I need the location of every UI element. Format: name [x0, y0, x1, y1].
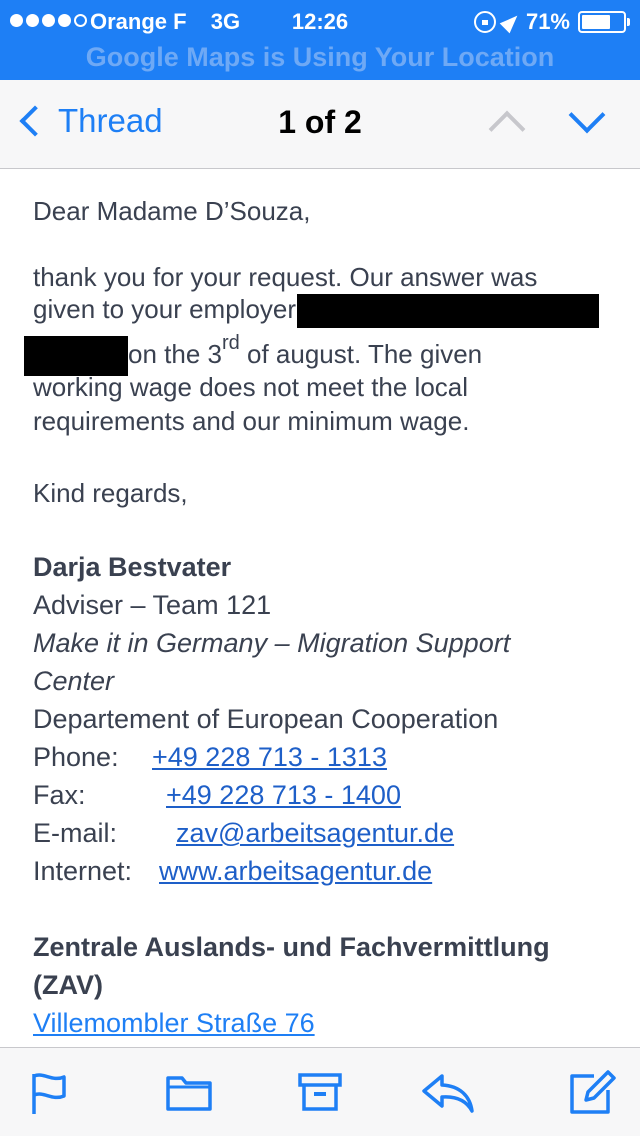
- body-line: thank you for your request. Our answer w…: [33, 262, 538, 292]
- signature-org: Center: [33, 666, 115, 696]
- body-text: of august. The given: [239, 338, 483, 369]
- battery-percent: 71%: [525, 9, 570, 34]
- email-link[interactable]: zav@arbeitsagentur.de: [176, 814, 454, 852]
- signature-department: Departement of European Cooperation: [33, 704, 499, 734]
- rotation-lock-icon: [473, 11, 496, 33]
- ordinal-suffix: rd: [221, 332, 240, 355]
- phone-link[interactable]: +49 228 713 - 1313: [152, 738, 387, 776]
- agency-name: Zentrale Auslands- und Fachvermittlung: [33, 932, 550, 962]
- body-line: given to your employer: [33, 292, 600, 329]
- closing: Kind regards,: [33, 478, 188, 508]
- navigation-bar: Thread 1 of 2: [0, 80, 640, 169]
- fax-link[interactable]: +49 228 713 - 1400: [166, 776, 401, 814]
- reply-icon[interactable]: [420, 1072, 476, 1114]
- battery-icon: [578, 11, 630, 33]
- fax-label: Fax:: [33, 780, 86, 810]
- address-link[interactable]: Villemombler Straße 76: [33, 1004, 315, 1042]
- signature-org: Make it in Germany – Migration Support: [33, 628, 511, 658]
- signature-name: Darja Bestvater: [33, 552, 232, 582]
- agency-abbreviation: (ZAV): [33, 970, 103, 1000]
- thread-position: 1 of 2: [278, 104, 362, 140]
- bottom-toolbar: [0, 1047, 640, 1136]
- body-text: on the 3: [128, 338, 222, 369]
- signature-role: Adviser – Team 121: [33, 590, 272, 620]
- redaction-block: [297, 294, 600, 329]
- phone-label: Phone:: [33, 742, 119, 772]
- internet-label: Internet:: [33, 856, 133, 886]
- greeting: Dear Madame D’Souza,: [33, 196, 311, 226]
- flag-icon[interactable]: [30, 1072, 70, 1116]
- compose-icon[interactable]: [568, 1068, 616, 1116]
- body-line: working wage does not meet the local: [33, 372, 469, 402]
- email-label: E-mail:: [33, 818, 118, 848]
- body-line: requirements and our minimum wage.: [33, 406, 470, 436]
- battery-fill: [582, 15, 610, 29]
- archive-icon[interactable]: [298, 1072, 342, 1112]
- status-bar: Orange F 3G 12:26 71% Google Maps is Usi…: [0, 0, 640, 80]
- location-banner[interactable]: Google Maps is Using Your Location: [0, 42, 640, 73]
- body-text: given to your employer: [33, 294, 297, 324]
- location-arrow-icon: [499, 10, 523, 34]
- internet-link[interactable]: www.arbeitsagentur.de: [159, 852, 432, 890]
- folder-icon[interactable]: [166, 1072, 212, 1112]
